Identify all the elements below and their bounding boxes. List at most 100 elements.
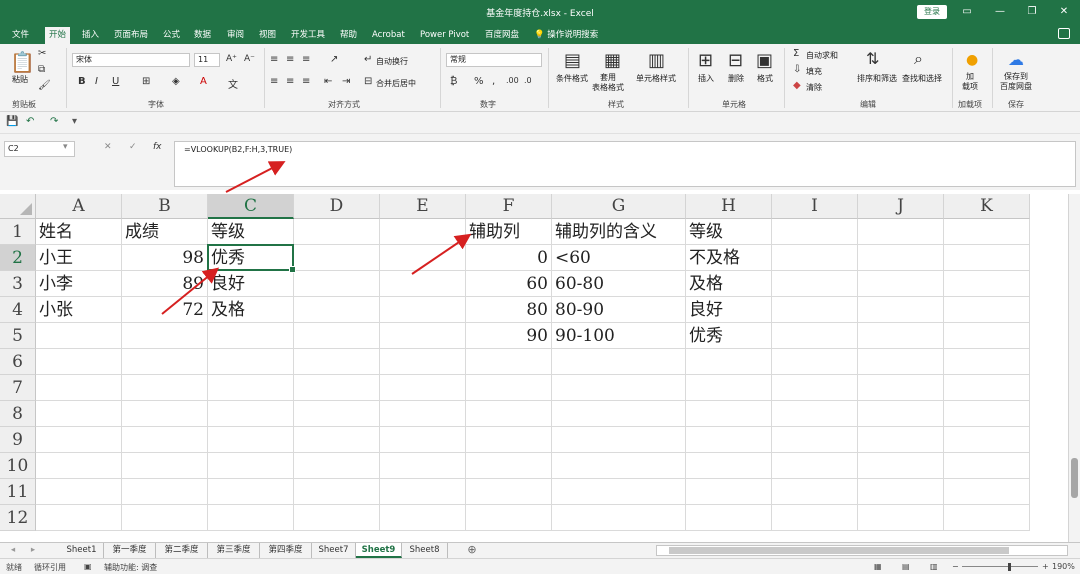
italic-icon[interactable]: I — [95, 76, 98, 87]
cell-h6[interactable] — [686, 349, 772, 375]
save-icon[interactable]: 💾 — [6, 116, 18, 127]
vertical-scrollbar[interactable] — [1068, 194, 1080, 542]
wrap-text-button[interactable]: 自动换行 — [376, 56, 408, 67]
zoom-in-icon[interactable]: + — [1042, 562, 1049, 571]
row-header-11[interactable]: 11 — [0, 479, 36, 505]
column-header-c[interactable]: C — [208, 194, 294, 219]
cell-c10[interactable] — [208, 453, 294, 479]
cell-j2[interactable] — [858, 245, 944, 271]
sheet-tab-q3[interactable]: 第三季度 — [208, 543, 260, 558]
cell-a4[interactable]: 小张 — [36, 297, 122, 323]
sheet-tab-q1[interactable]: 第一季度 — [104, 543, 156, 558]
cell-d5[interactable] — [294, 323, 380, 349]
cell-k6[interactable] — [944, 349, 1030, 375]
cell-i6[interactable] — [772, 349, 858, 375]
row-header-12[interactable]: 12 — [0, 505, 36, 531]
tab-help[interactable]: 帮助 — [336, 27, 361, 44]
maximize-button[interactable]: ❐ — [1024, 4, 1040, 20]
cell-e1[interactable] — [380, 219, 466, 245]
cell-b7[interactable] — [122, 375, 208, 401]
cell-c2[interactable]: 优秀 — [208, 245, 294, 271]
cell-j6[interactable] — [858, 349, 944, 375]
tab-data[interactable]: 数据 — [190, 27, 215, 44]
cell-j4[interactable] — [858, 297, 944, 323]
row-header-5[interactable]: 5 — [0, 323, 36, 349]
cell-e8[interactable] — [380, 401, 466, 427]
clear-icon[interactable]: ◆ — [793, 80, 801, 91]
underline-icon[interactable]: U — [112, 76, 119, 87]
cell-g9[interactable] — [552, 427, 686, 453]
cell-g8[interactable] — [552, 401, 686, 427]
cell-f9[interactable] — [466, 427, 552, 453]
add-sheet-icon[interactable]: ⊕ — [464, 543, 480, 558]
sort-filter-icon[interactable]: ⇅ — [866, 49, 879, 68]
name-box-dropdown-icon[interactable]: ▾ — [63, 142, 68, 152]
cell-b11[interactable] — [122, 479, 208, 505]
row-header-3[interactable]: 3 — [0, 271, 36, 297]
zoom-level[interactable]: 190% — [1052, 562, 1075, 571]
cell-c1[interactable]: 等级 — [208, 219, 294, 245]
cell-e5[interactable] — [380, 323, 466, 349]
tab-file[interactable]: 文件 — [8, 27, 33, 44]
cell-f11[interactable] — [466, 479, 552, 505]
comma-style-icon[interactable]: , — [492, 76, 495, 87]
row-header-10[interactable]: 10 — [0, 453, 36, 479]
increase-decimal-icon[interactable]: .00 — [506, 76, 519, 85]
cell-styles-button[interactable]: 单元格样式 — [636, 73, 676, 84]
cell-a11[interactable] — [36, 479, 122, 505]
cell-k7[interactable] — [944, 375, 1030, 401]
format-cells-button[interactable]: 格式 — [757, 73, 773, 84]
status-accessibility[interactable]: 辅助功能: 调查 — [104, 562, 157, 573]
cell-c5[interactable] — [208, 323, 294, 349]
comments-icon[interactable] — [1058, 28, 1070, 39]
cell-a1[interactable]: 姓名 — [36, 219, 122, 245]
align-center-icon[interactable]: ≡ — [286, 76, 294, 87]
tab-formulas[interactable]: 公式 — [159, 27, 184, 44]
cell-a2[interactable]: 小王 — [36, 245, 122, 271]
cell-c12[interactable] — [208, 505, 294, 531]
add-ins-icon[interactable]: ● — [966, 52, 978, 68]
tab-view[interactable]: 视图 — [255, 27, 280, 44]
cell-b2[interactable]: 98 — [122, 245, 208, 271]
cell-g1[interactable]: 辅助列的含义 — [552, 219, 686, 245]
cell-j12[interactable] — [858, 505, 944, 531]
cell-e10[interactable] — [380, 453, 466, 479]
font-color-icon[interactable]: A — [200, 76, 207, 87]
login-button[interactable]: 登录 — [917, 5, 947, 19]
insert-cells-icon[interactable]: ⊞ — [698, 50, 713, 71]
cell-k11[interactable] — [944, 479, 1030, 505]
format-cells-icon[interactable]: ▣ — [756, 50, 773, 71]
cell-d12[interactable] — [294, 505, 380, 531]
font-size-select[interactable]: 11 — [194, 53, 220, 67]
sheet-tab-sheet9[interactable]: Sheet9 — [356, 543, 402, 558]
cell-i3[interactable] — [772, 271, 858, 297]
column-header-k[interactable]: K — [944, 194, 1030, 219]
cell-i9[interactable] — [772, 427, 858, 453]
normal-view-icon[interactable]: ▦ — [874, 562, 882, 571]
cell-g4[interactable]: 80-90 — [552, 297, 686, 323]
align-left-icon[interactable]: ≡ — [270, 76, 278, 87]
cell-i7[interactable] — [772, 375, 858, 401]
undo-icon[interactable]: ↶ — [26, 116, 34, 127]
cell-d8[interactable] — [294, 401, 380, 427]
column-header-d[interactable]: D — [294, 194, 380, 219]
cell-k9[interactable] — [944, 427, 1030, 453]
cell-a5[interactable] — [36, 323, 122, 349]
borders-icon[interactable]: ⊞ — [142, 76, 150, 87]
font-name-select[interactable]: 宋体 — [72, 53, 190, 67]
redo-icon[interactable]: ↷ — [50, 116, 58, 127]
cell-i8[interactable] — [772, 401, 858, 427]
cell-k10[interactable] — [944, 453, 1030, 479]
column-header-h[interactable]: H — [686, 194, 772, 219]
column-header-a[interactable]: A — [36, 194, 122, 219]
cell-b12[interactable] — [122, 505, 208, 531]
cell-d3[interactable] — [294, 271, 380, 297]
phonetic-icon[interactable]: 文 — [228, 76, 238, 91]
sheet-tab-q2[interactable]: 第二季度 — [156, 543, 208, 558]
cell-b4[interactable]: 72 — [122, 297, 208, 323]
cell-f8[interactable] — [466, 401, 552, 427]
cell-e2[interactable] — [380, 245, 466, 271]
number-format-select[interactable]: 常规 — [446, 53, 542, 67]
cell-c8[interactable] — [208, 401, 294, 427]
paste-icon[interactable]: 📋 — [10, 50, 35, 74]
